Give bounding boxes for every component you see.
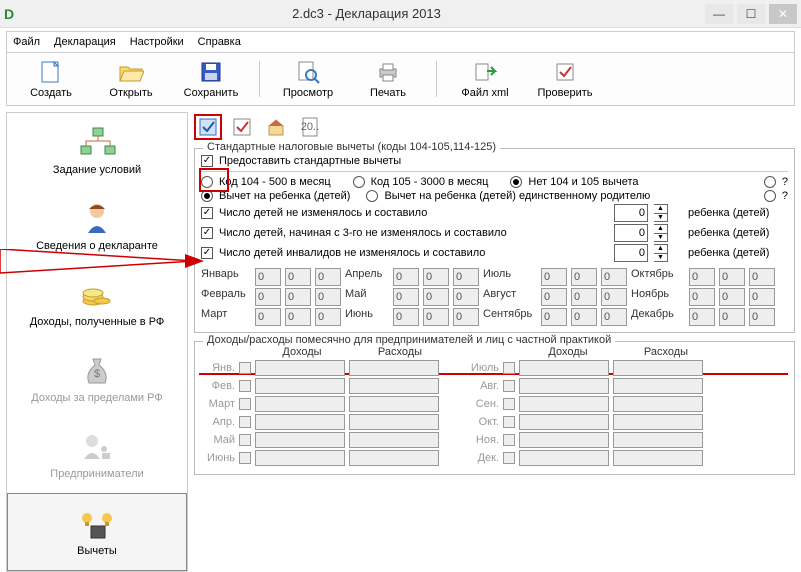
title-bar: D 2.dc3 - Декларация 2013 — ☐ ✕ <box>0 0 801 28</box>
group-legend: Доходы/расходы помесячно для предпринима… <box>203 334 615 346</box>
jan-enable[interactable] <box>239 362 251 374</box>
radio-q1[interactable] <box>764 176 776 188</box>
money-bag-icon: $ <box>83 352 111 388</box>
close-button[interactable]: ✕ <box>769 4 797 24</box>
toolbar-separator <box>259 61 260 97</box>
preview-icon <box>296 59 320 85</box>
nav-declarant[interactable]: Сведения о декларанте <box>7 189 187 265</box>
radio-code-104[interactable] <box>201 176 213 188</box>
nav-income-abroad[interactable]: $ Доходы за пределами РФ <box>7 341 187 417</box>
children-3plus-input[interactable]: 0 <box>614 224 648 242</box>
toolbar-separator <box>436 61 437 97</box>
svg-text:$: $ <box>94 368 100 380</box>
main-toolbar: Создать Открыть Сохранить Просмотр Печат… <box>6 53 795 106</box>
conditions-icon <box>77 124 117 160</box>
spinner[interactable]: ▲▼ <box>654 244 668 262</box>
printer-icon <box>376 59 400 85</box>
entrepreneur-icon <box>80 428 114 464</box>
person-icon <box>82 200 112 236</box>
open-button[interactable]: Открыть <box>95 57 167 101</box>
spinner[interactable]: ▲▼ <box>654 224 668 242</box>
provide-standard-checkbox[interactable] <box>201 155 213 167</box>
export-icon <box>473 59 497 85</box>
xml-button[interactable]: Файл xml <box>449 57 521 101</box>
preview-button[interactable]: Просмотр <box>272 57 344 101</box>
check-button[interactable]: Проверить <box>529 57 601 101</box>
children-3plus-const-checkbox[interactable] <box>201 227 213 239</box>
standard-deductions-group: Стандартные налоговые вычеты (коды 104-1… <box>194 148 795 333</box>
tab-property[interactable] <box>262 114 290 140</box>
menu-help[interactable]: Справка <box>198 36 241 48</box>
app-icon: D <box>4 6 20 22</box>
tab-standard[interactable] <box>194 114 222 140</box>
children-disabled-input[interactable]: 0 <box>614 244 648 262</box>
nav-entrepreneur[interactable]: Предприниматели <box>7 417 187 493</box>
children-count-const-checkbox[interactable] <box>201 207 213 219</box>
svg-text:20..: 20.. <box>301 121 319 133</box>
children-disabled-const-checkbox[interactable] <box>201 247 213 259</box>
radio-child-deduction[interactable] <box>201 190 213 202</box>
folder-open-icon <box>118 59 144 85</box>
save-icon <box>200 59 222 85</box>
check-icon <box>554 59 576 85</box>
tab-social[interactable] <box>228 114 256 140</box>
radio-code-105[interactable] <box>353 176 365 188</box>
deductions-pane: 20.. Стандартные налоговые вычеты (коды … <box>188 112 795 572</box>
tab-losses[interactable]: 20.. <box>296 114 324 140</box>
minimize-button[interactable]: — <box>705 4 733 24</box>
nav-income-rf[interactable]: Доходы, полученные в РФ <box>7 265 187 341</box>
save-button[interactable]: Сохранить <box>175 57 247 101</box>
window-title: 2.dc3 - Декларация 2013 <box>28 6 705 21</box>
jan-c2[interactable]: 0 <box>285 268 311 286</box>
month-grid: Январь000 Апрель000 Июль000 Октябрь000 Ф… <box>201 268 788 326</box>
menu-declaration[interactable]: Декларация <box>54 36 116 48</box>
radio-none[interactable] <box>510 176 522 188</box>
children-count-input[interactable]: 0 <box>614 204 648 222</box>
new-file-icon <box>40 59 62 85</box>
jan-expense[interactable] <box>349 360 439 376</box>
nav-conditions[interactable]: Задание условий <box>7 113 187 189</box>
jan-c3[interactable]: 0 <box>315 268 341 286</box>
create-button[interactable]: Создать <box>15 57 87 101</box>
nav-deductions[interactable]: Вычеты <box>7 493 187 571</box>
jan-income[interactable] <box>255 360 345 376</box>
spinner[interactable]: ▲▼ <box>654 204 668 222</box>
maximize-button[interactable]: ☐ <box>737 4 765 24</box>
radio-child-single-parent[interactable] <box>366 190 378 202</box>
provide-standard-label: Предоставить стандартные вычеты <box>219 155 401 167</box>
jan-c1[interactable]: 0 <box>255 268 281 286</box>
deductions-icon <box>77 505 117 541</box>
menu-bar: Файл Декларация Настройки Справка <box>6 31 795 53</box>
menu-settings[interactable]: Настройки <box>130 36 184 48</box>
monthly-income-expense-group: Доходы/расходы помесячно для предпринима… <box>194 341 795 475</box>
menu-file[interactable]: Файл <box>13 36 40 48</box>
print-button[interactable]: Печать <box>352 57 424 101</box>
radio-q2[interactable] <box>764 190 776 202</box>
left-nav: Задание условий Сведения о декларанте До… <box>6 112 188 572</box>
group-legend: Стандартные налоговые вычеты (коды 104-1… <box>203 141 500 153</box>
coins-icon <box>80 276 114 312</box>
